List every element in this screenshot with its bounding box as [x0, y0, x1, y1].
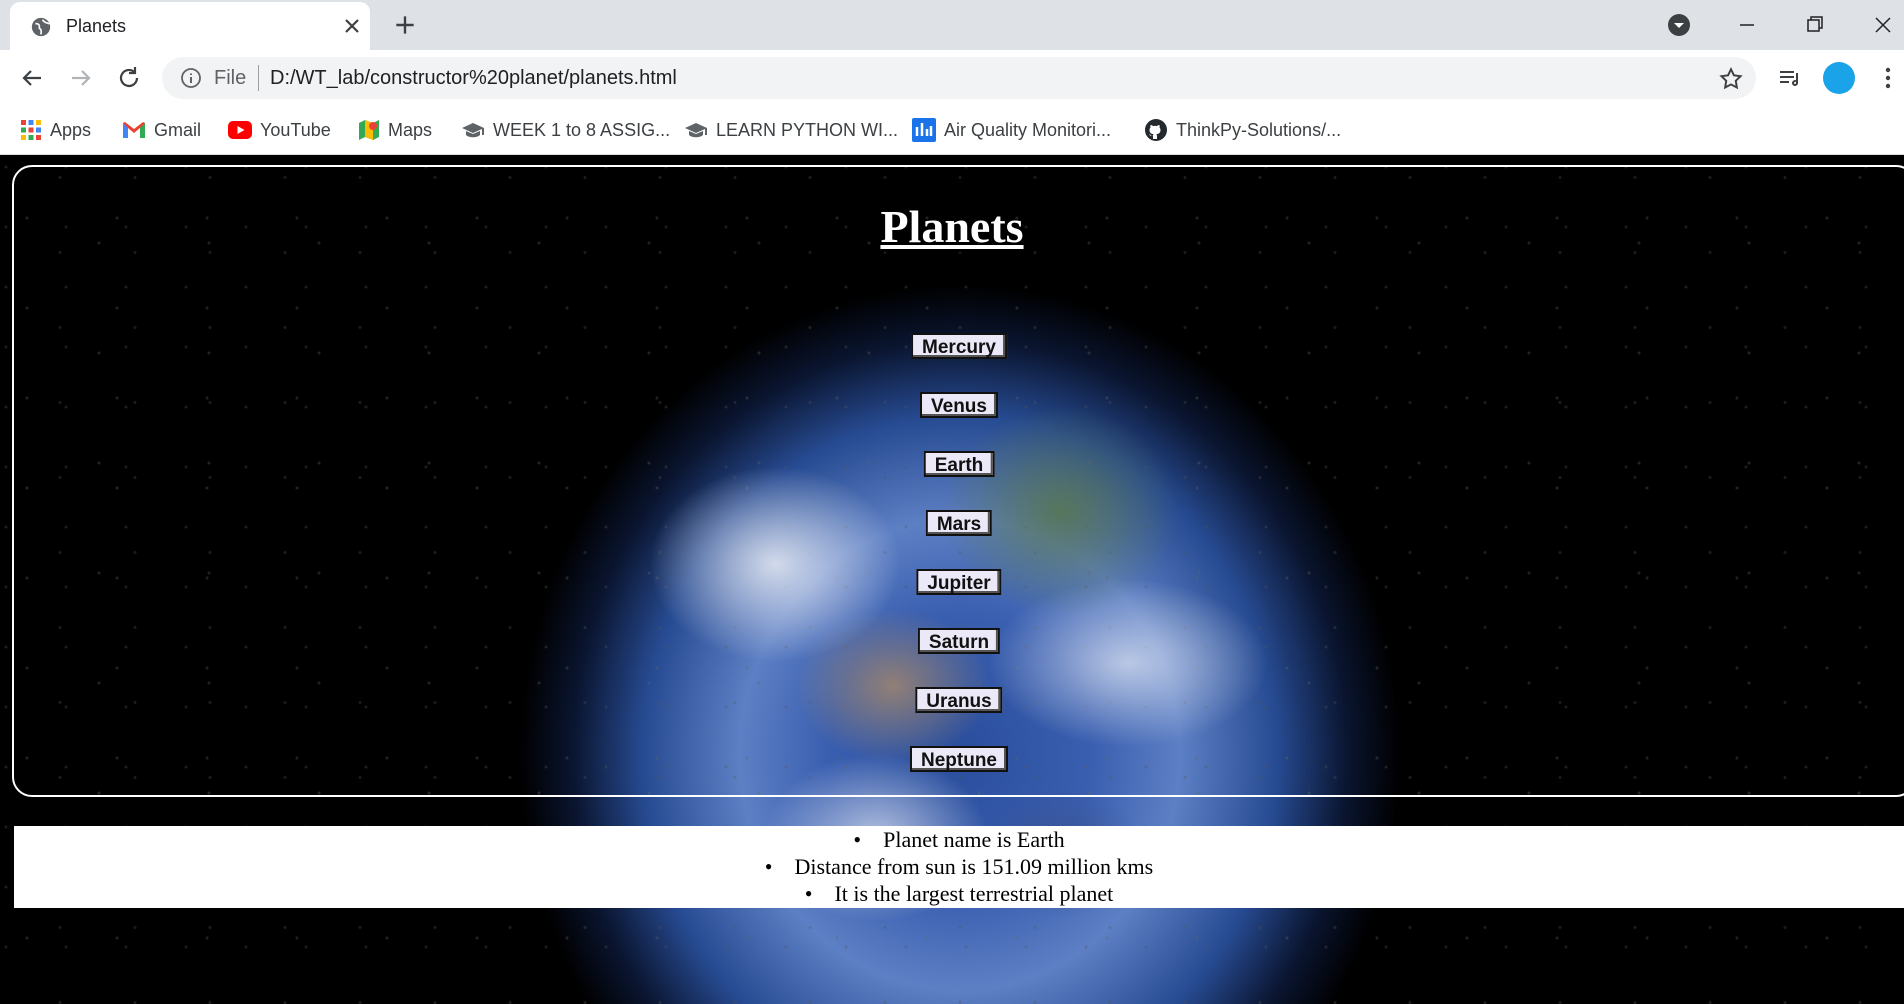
saturn-button[interactable]: Saturn — [917, 628, 1001, 654]
profile-avatar[interactable] — [1823, 62, 1855, 94]
bookmark-label: Gmail — [154, 119, 202, 140]
youtube-icon — [228, 121, 252, 139]
bookmark-apps[interactable]: Apps — [20, 116, 91, 144]
tab-planets[interactable]: Planets — [10, 2, 370, 50]
reload-icon[interactable] — [114, 63, 144, 93]
media-queue-icon[interactable] — [1775, 63, 1805, 93]
planet-fact-item: It is the largest terrestrial planet — [14, 880, 1904, 907]
mars-button[interactable]: Mars — [925, 510, 993, 536]
tab-strip: Planets — [0, 0, 1904, 50]
info-icon[interactable] — [180, 67, 202, 89]
jupiter-button[interactable]: Jupiter — [916, 569, 1002, 595]
forward-icon[interactable] — [66, 63, 96, 93]
address-bar[interactable]: File D:/WT_lab/constructor%20planet/plan… — [162, 57, 1756, 99]
bookmark-label: WEEK 1 to 8 ASSIG... — [493, 119, 671, 140]
bookmark-learn-python[interactable]: LEARN PYTHON WI... — [684, 116, 898, 144]
page-title: Planets — [880, 201, 1024, 252]
planet-name-item: Planet name is Earth — [14, 826, 1904, 853]
bookmark-gmail[interactable]: Gmail — [122, 116, 201, 144]
mercury-button[interactable]: Mercury — [911, 333, 1007, 359]
restore-icon[interactable] — [1800, 10, 1830, 40]
close-window-icon[interactable] — [1868, 10, 1898, 40]
bookmark-star-icon[interactable] — [1718, 66, 1744, 92]
graduation-cap-icon — [685, 123, 707, 138]
bookmark-maps[interactable]: Maps — [358, 116, 432, 144]
new-tab-icon[interactable] — [392, 12, 418, 38]
bookmark-label: Apps — [50, 119, 92, 140]
bookmark-label: ThinkPy-Solutions/... — [1176, 119, 1342, 140]
bookmark-label: YouTube — [260, 119, 331, 140]
apps-grid-icon — [21, 120, 41, 140]
venus-button[interactable]: Venus — [920, 392, 998, 418]
earth-button[interactable]: Earth — [923, 451, 995, 477]
tab-title: Planets — [66, 16, 127, 36]
globe-icon — [31, 17, 51, 37]
file-scheme-label: File — [214, 67, 247, 89]
planet-distance-item: Distance from sun is 151.09 million kms — [14, 853, 1904, 880]
bookmark-week-assignments[interactable]: WEEK 1 to 8 ASSIG... — [461, 116, 670, 144]
page-viewport: Planets Mercury Venus Earth Mars Jupiter… — [0, 155, 1904, 1004]
bookmark-label: Air Quality Monitori... — [944, 119, 1112, 140]
omnibox-separator — [258, 65, 259, 91]
graduation-cap-icon — [462, 123, 484, 138]
tab-search-icon[interactable] — [1664, 10, 1694, 40]
bookmark-air-quality[interactable]: Air Quality Monitori... — [912, 116, 1111, 144]
neptune-button[interactable]: Neptune — [910, 746, 1008, 772]
bookmark-thinkpy[interactable]: ThinkPy-Solutions/... — [1144, 116, 1341, 144]
back-icon[interactable] — [17, 63, 47, 93]
toolbar: File D:/WT_lab/constructor%20planet/plan… — [0, 50, 1904, 106]
url-text[interactable]: D:/WT_lab/constructor%20planet/planets.h… — [270, 67, 677, 90]
bookmark-label: Maps — [388, 119, 433, 140]
gmail-icon — [123, 122, 145, 138]
more-menu-icon[interactable] — [1873, 63, 1903, 93]
bookmark-label: LEARN PYTHON WI... — [716, 119, 899, 140]
bookmarks-bar: Apps Gmail YouTube Maps WEEK 1 to 8 ASSI… — [0, 106, 1904, 155]
planet-info-list: Planet name is Earth Distance from sun i… — [14, 826, 1904, 907]
bookmark-youtube[interactable]: YouTube — [228, 116, 331, 144]
close-tab-icon[interactable] — [340, 14, 364, 38]
maps-icon — [359, 120, 379, 140]
planet-info-box: Planet name is Earth Distance from sun i… — [14, 826, 1904, 908]
github-icon — [1145, 119, 1167, 141]
minimize-icon[interactable] — [1732, 10, 1762, 40]
chart-icon — [912, 118, 936, 142]
uranus-button[interactable]: Uranus — [915, 687, 1003, 713]
